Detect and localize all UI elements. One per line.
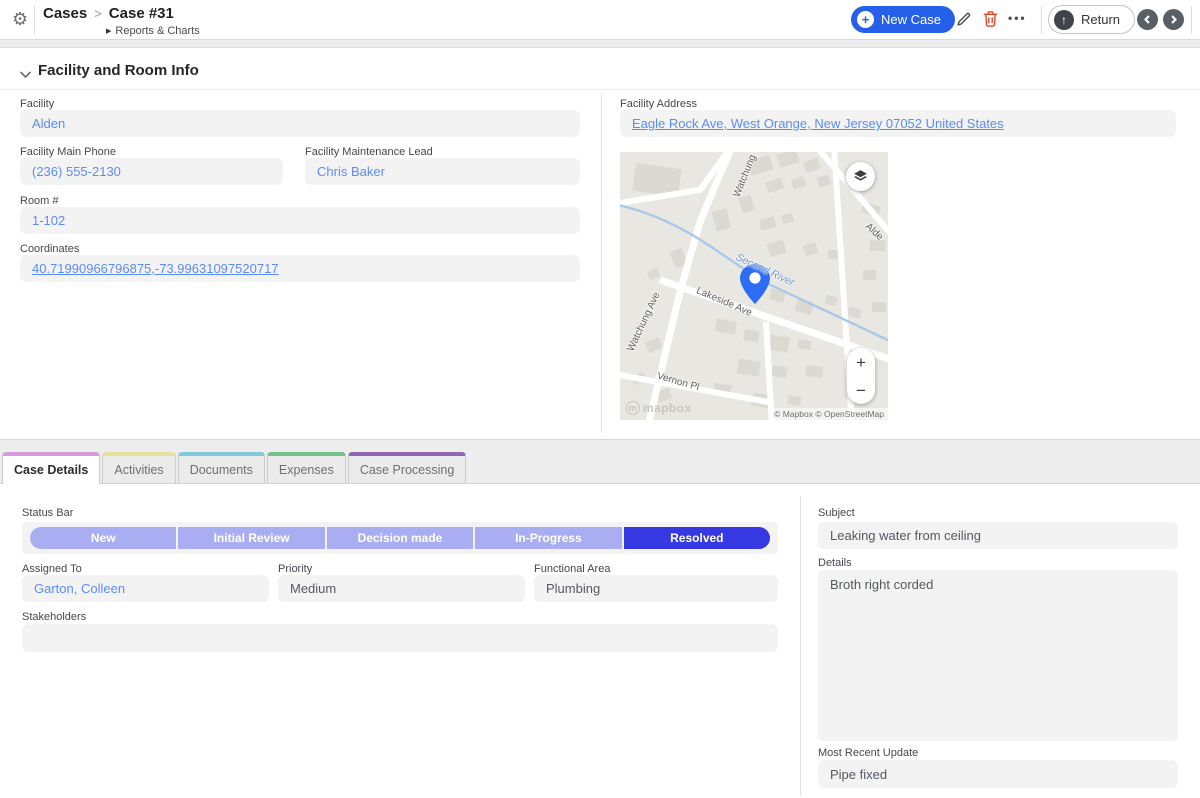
triangle-right-icon: ▶ [106,27,111,35]
settings-gear-icon[interactable]: ⚙ [12,9,28,29]
facility-address-field[interactable]: Eagle Rock Ave, West Orange, New Jersey … [620,110,1176,137]
facility-main-phone-label: Facility Main Phone [20,146,116,158]
subject-field[interactable]: Leaking water from ceiling [818,522,1178,549]
previous-record-button[interactable] [1137,9,1158,30]
tab-case-details[interactable]: Case Details [2,452,100,484]
next-record-button[interactable] [1163,9,1184,30]
coordinates-label: Coordinates [20,243,79,255]
section-title[interactable]: Facility and Room Info [38,62,199,79]
status-bar-label: Status Bar [22,507,73,519]
room-number-field[interactable]: 1-102 [20,207,580,234]
status-stage-new[interactable]: New [30,527,176,549]
facility-maintenance-lead-label: Facility Maintenance Lead [305,146,433,158]
facility-maintenance-lead-field[interactable]: Chris Baker [305,158,580,185]
subject-label: Subject [818,507,855,519]
divider [34,6,35,34]
facility-label: Facility [20,98,54,110]
new-case-button[interactable]: + New Case [851,6,955,33]
map-layers-button[interactable] [846,162,875,191]
case-page: ⚙ Cases>Case #31 ▶ Reports & Charts + Ne… [0,0,1200,798]
status-stage-in-progress[interactable]: In-Progress [475,527,621,549]
edit-pencil-icon[interactable] [953,9,973,29]
plus-icon: + [857,11,874,28]
layers-icon [853,169,868,184]
coordinates-field[interactable]: 40.71990966796875,-73.99631097520717 [20,255,580,282]
assigned-to-label: Assigned To [22,563,82,575]
tab-activities[interactable]: Activities [102,452,175,483]
facility-main-phone-field[interactable]: (236) 555-2130 [20,158,283,185]
delete-trash-icon[interactable] [980,9,1000,29]
column-divider [601,93,602,433]
arrow-up-icon: ↑ [1054,10,1074,30]
functional-area-field[interactable]: Plumbing [534,575,778,602]
details-field[interactable]: Broth right corded [818,570,1178,741]
lead-value-link[interactable]: Chris Baker [317,164,385,179]
facility-address-label: Facility Address [620,98,697,110]
priority-field[interactable]: Medium [278,575,525,602]
chevron-down-icon[interactable] [19,66,32,84]
mapbox-logo: m mapbox [626,401,691,415]
tab-bar: Case Details Activities Documents Expens… [2,452,466,484]
return-button[interactable]: ↑ Return [1048,5,1135,34]
tab-expenses[interactable]: Expenses [267,452,346,483]
breadcrumb-cases[interactable]: Cases [43,5,87,22]
functional-area-label: Functional Area [534,563,610,575]
status-stage-decision-made[interactable]: Decision made [327,527,473,549]
tab-case-processing[interactable]: Case Processing [348,452,467,483]
address-value-link[interactable]: Eagle Rock Ave, West Orange, New Jersey … [632,116,1004,131]
map-attribution: © Mapbox © OpenStreetMap [770,408,888,420]
column-divider [800,496,801,796]
status-stage-initial-review[interactable]: Initial Review [178,527,324,549]
facility-value-link[interactable]: Alden [32,116,65,131]
mapbox-logo-icon: m [626,401,640,415]
most-recent-update-field[interactable]: Pipe fixed [818,760,1178,788]
top-toolbar: ⚙ Cases>Case #31 ▶ Reports & Charts + Ne… [0,0,1200,40]
stakeholders-label: Stakeholders [22,611,86,623]
assigned-to-field[interactable]: Garton, Colleen [22,575,269,602]
zoom-in-button[interactable]: + [847,348,875,376]
priority-label: Priority [278,563,312,575]
breadcrumb: Cases>Case #31 [43,5,174,22]
breadcrumb-separator: > [87,6,109,21]
room-value-link[interactable]: 1-102 [32,213,65,228]
map-zoom-control: + − [847,348,875,404]
divider [1041,6,1042,34]
reports-and-charts-link[interactable]: ▶ Reports & Charts [106,25,200,37]
breadcrumb-current: Case #31 [109,5,174,22]
status-bar: New Initial Review Decision made In-Prog… [22,522,778,554]
tab-documents[interactable]: Documents [178,452,265,483]
case-details-panel: Status Bar New Initial Review Decision m… [0,483,1200,798]
divider [0,89,1200,90]
divider [1191,6,1192,34]
status-stage-resolved[interactable]: Resolved [624,527,770,549]
more-options-button[interactable]: ••• [1008,11,1027,25]
assigned-to-value-link[interactable]: Garton, Colleen [34,581,125,596]
most-recent-update-label: Most Recent Update [818,747,918,759]
phone-value-link[interactable]: (236) 555-2130 [32,164,121,179]
stakeholders-field[interactable] [22,624,778,652]
facility-room-info-section: Facility and Room Info Facility Alden Fa… [0,47,1200,440]
coordinates-value-link[interactable]: 40.71990966796875,-73.99631097520717 [32,261,279,276]
details-label: Details [818,557,852,569]
room-number-label: Room # [20,195,59,207]
facility-map[interactable]: Watchung Watchung Ave Lakeside Ave Verno… [620,152,888,420]
zoom-out-button[interactable]: − [847,376,875,404]
facility-field[interactable]: Alden [20,110,580,137]
